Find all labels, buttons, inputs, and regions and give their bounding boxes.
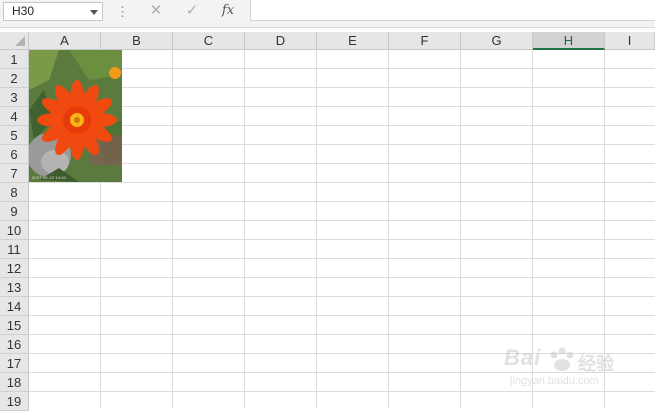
select-all-button[interactable]	[0, 32, 29, 50]
column-header-c[interactable]: C	[173, 32, 245, 50]
chevron-down-icon[interactable]	[90, 10, 98, 15]
enter-icon[interactable]: ✓	[177, 1, 207, 21]
row-header-8[interactable]: 8	[0, 183, 29, 202]
row-header-18[interactable]: 18	[0, 373, 29, 392]
watermark-logo-text: Bai	[504, 345, 542, 370]
row-header-2[interactable]: 2	[0, 69, 29, 88]
column-header-b[interactable]: B	[101, 32, 173, 50]
picture-caption: 2017.08.12 14:01	[32, 175, 67, 180]
select-all-triangle-icon	[15, 36, 25, 46]
row-header-4[interactable]: 4	[0, 107, 29, 126]
name-box[interactable]: H30	[3, 2, 103, 21]
more-options-icon[interactable]: ⋮	[116, 3, 129, 21]
column-header-g[interactable]: G	[461, 32, 533, 50]
column-header-a[interactable]: A	[29, 32, 101, 50]
watermark-cn-text: 经验	[578, 354, 614, 374]
row-header-3[interactable]: 3	[0, 88, 29, 107]
watermark-url: jingyan.baidu.com	[510, 375, 599, 387]
name-box-value: H30	[12, 4, 35, 18]
column-header-f[interactable]: F	[389, 32, 461, 50]
row-header-12[interactable]: 12	[0, 259, 29, 278]
row-header-9[interactable]: 9	[0, 202, 29, 221]
column-header-i[interactable]: I	[605, 32, 655, 50]
flower-picture[interactable]: 2017.08.12 14:01	[29, 50, 122, 182]
row-header-16[interactable]: 16	[0, 335, 29, 354]
formula-bar: H30 ⋮ ✕ ✓ fx	[0, 0, 655, 28]
flower-image	[29, 50, 122, 182]
row-header-6[interactable]: 6	[0, 145, 29, 164]
row-header-5[interactable]: 5	[0, 126, 29, 145]
column-header-h[interactable]: H	[533, 32, 605, 50]
paw-icon	[550, 347, 574, 371]
row-header-13[interactable]: 13	[0, 278, 29, 297]
row-header-15[interactable]: 15	[0, 316, 29, 335]
row-header-1[interactable]: 1	[0, 50, 29, 69]
row-header-17[interactable]: 17	[0, 354, 29, 373]
row-header-19[interactable]: 19	[0, 392, 29, 411]
column-header-d[interactable]: D	[245, 32, 317, 50]
row-header-7[interactable]: 7	[0, 164, 29, 183]
row-header-10[interactable]: 10	[0, 221, 29, 240]
row-header-11[interactable]: 11	[0, 240, 29, 259]
row-header-14[interactable]: 14	[0, 297, 29, 316]
insert-function-button[interactable]: fx	[213, 1, 243, 21]
formula-input[interactable]	[250, 0, 655, 21]
column-header-e[interactable]: E	[317, 32, 389, 50]
baidu-watermark: Bai 经验 jingyan.baidu.com	[504, 345, 644, 395]
cancel-icon[interactable]: ✕	[141, 1, 171, 21]
